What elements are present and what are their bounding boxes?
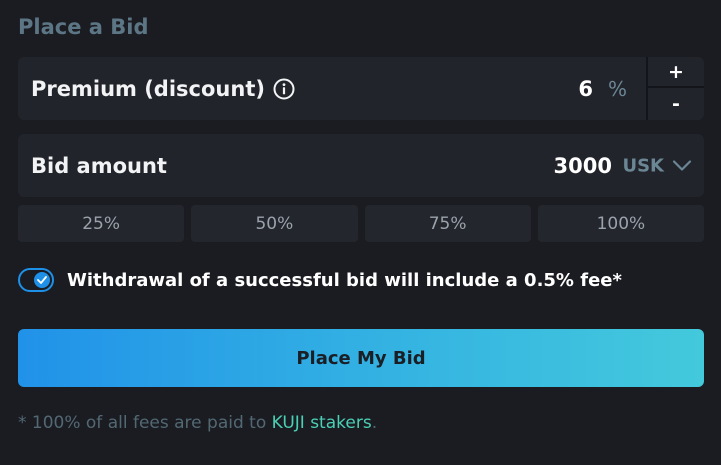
percent-buttons: 25% 50% 75% 100%	[18, 205, 704, 242]
percent-50-button[interactable]: 50%	[191, 205, 358, 242]
percent-75-button[interactable]: 75%	[364, 205, 531, 242]
fee-toggle-row: Withdrawal of a successful bid will incl…	[18, 266, 622, 294]
footnote-suffix: .	[371, 413, 378, 433]
info-icon[interactable]	[273, 78, 295, 100]
percent-25-button[interactable]: 25%	[18, 205, 185, 242]
premium-label: Premium (discount)	[31, 76, 265, 101]
token-label: USK	[622, 155, 664, 176]
fee-toggle-label: Withdrawal of a successful bid will incl…	[67, 269, 622, 291]
increment-button[interactable]: +	[648, 57, 704, 88]
check-icon	[34, 272, 50, 288]
section-title: Place a Bid	[18, 15, 149, 39]
premium-unit: %	[607, 76, 627, 101]
footnote: * 100% of all fees are paid to KUJI stak…	[18, 413, 377, 433]
bid-amount-label: Bid amount	[31, 153, 167, 178]
fee-toggle[interactable]	[18, 268, 54, 292]
place-bid-button[interactable]: Place My Bid	[18, 329, 704, 387]
premium-label-group: Premium (discount)	[31, 77, 295, 101]
token-select[interactable]: USK	[622, 155, 692, 176]
place-bid-panel: Place a Bid Premium (discount) 6 % + - B…	[0, 0, 721, 465]
kuji-stakers-link[interactable]: KUJI stakers	[272, 413, 372, 433]
premium-value-input[interactable]: 6	[578, 77, 593, 101]
bid-amount-input[interactable]: 3000	[554, 154, 612, 178]
premium-row: Premium (discount) 6 % + -	[18, 57, 704, 120]
percent-100-button[interactable]: 100%	[537, 205, 704, 242]
footnote-prefix: * 100% of all fees are paid to	[18, 413, 272, 433]
chevron-down-icon	[672, 156, 692, 175]
premium-stepper: + -	[646, 57, 704, 120]
decrement-button[interactable]: -	[648, 88, 704, 119]
bid-amount-row: Bid amount 3000 USK	[18, 134, 704, 197]
